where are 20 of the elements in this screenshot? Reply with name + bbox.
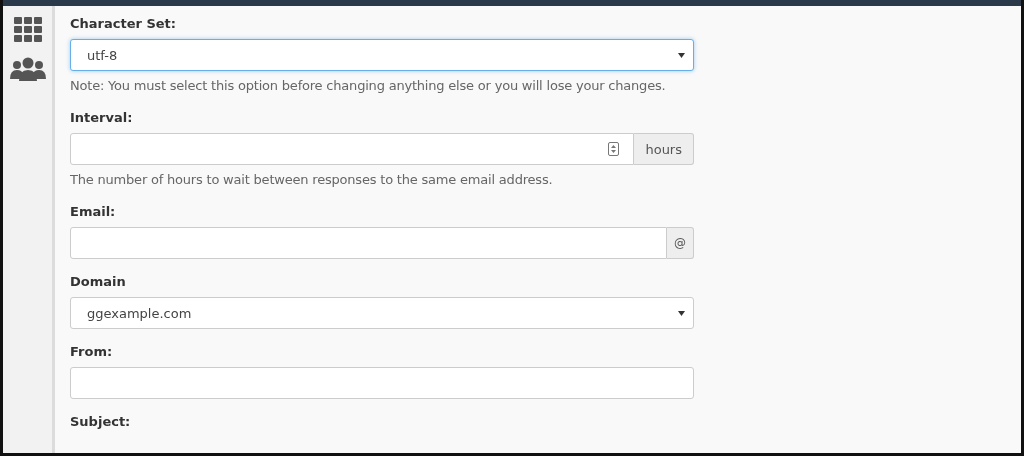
field-label: Subject: xyxy=(70,413,132,431)
text-field[interactable] xyxy=(70,367,694,399)
select-field[interactable]: ggexample.com xyxy=(70,297,694,329)
field-label: Interval: xyxy=(70,109,134,127)
field-label: Email: xyxy=(70,203,117,221)
select-field[interactable]: utf-8 xyxy=(70,39,694,71)
spinner-icon[interactable] xyxy=(608,142,620,156)
email-field[interactable] xyxy=(70,227,667,259)
number-field[interactable] xyxy=(70,133,635,165)
caret-icon xyxy=(678,52,685,58)
field-label: From: xyxy=(70,343,114,361)
field-label: Domain xyxy=(70,273,127,291)
help-text: Note: You must select this option before changing anything else or you will lose your changes. xyxy=(70,77,667,95)
help-text: The number of hours to wait between responses to the same email address. xyxy=(70,171,554,189)
hours-addon: hours xyxy=(634,133,694,165)
users-icon[interactable] xyxy=(9,57,46,81)
field-label: Character Set: xyxy=(70,15,178,33)
caret-icon xyxy=(678,310,685,316)
grid-icon[interactable] xyxy=(12,17,43,43)
at-addon: @ xyxy=(667,227,694,259)
